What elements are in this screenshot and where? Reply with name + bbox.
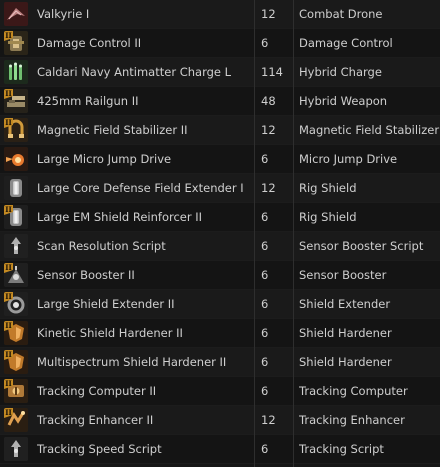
table-row[interactable]: II Large Shield Extender II 6 Shield Extend… — [0, 290, 440, 319]
item-icon-cell: II — [2, 87, 28, 115]
table-row[interactable]: II Kinetic Shield Hardener II 6 Shield Hard… — [0, 319, 440, 348]
tracking-enhancer-icon: II — [4, 408, 28, 432]
script-icon — [4, 437, 28, 461]
inventory-table: Valkyrie I 12 Combat Drone II Damage Control… — [0, 0, 440, 467]
item-icon-cell — [2, 0, 28, 28]
item-icon-cell — [2, 232, 28, 260]
item-group: Shield Extender — [299, 297, 391, 311]
item-group: Rig Shield — [299, 181, 357, 195]
item-quantity: 12 — [261, 123, 276, 137]
table-row[interactable]: Valkyrie I 12 Combat Drone — [0, 0, 440, 29]
item-name: Tracking Computer II — [37, 384, 157, 398]
item-quantity: 6 — [261, 268, 269, 282]
item-name: Magnetic Field Stabilizer II — [37, 123, 188, 137]
item-group: Tracking Enhancer — [299, 413, 405, 427]
column-divider — [254, 0, 255, 467]
item-group: Hybrid Weapon — [299, 94, 388, 108]
item-icon-cell: II — [2, 406, 28, 434]
table-row[interactable]: II Magnetic Field Stabilizer II 12 Magnetic… — [0, 116, 440, 145]
item-group: Tracking Computer — [299, 384, 408, 398]
item-icon-cell: II — [2, 261, 28, 289]
item-quantity: 48 — [261, 94, 276, 108]
item-quantity: 6 — [261, 36, 269, 50]
item-name: Kinetic Shield Hardener II — [37, 326, 183, 340]
item-icon-cell: II — [2, 377, 28, 405]
item-group: Magnetic Field Stabilizer — [299, 123, 440, 137]
item-name: Large Micro Jump Drive — [37, 152, 172, 166]
item-name: Valkyrie I — [37, 7, 90, 21]
item-quantity: 6 — [261, 210, 269, 224]
item-group: Sensor Booster Script — [299, 239, 424, 253]
item-quantity: 6 — [261, 442, 269, 456]
item-group: Tracking Script — [299, 442, 384, 456]
table-row[interactable]: Scan Resolution Script 6 Sensor Booster Sc… — [0, 232, 440, 261]
item-quantity: 114 — [261, 65, 283, 79]
item-quantity: 12 — [261, 181, 276, 195]
item-quantity: 6 — [261, 355, 269, 369]
sensor-booster-icon: II — [4, 263, 28, 287]
shield-rig-icon: II — [4, 205, 28, 229]
item-group: Micro Jump Drive — [299, 152, 398, 166]
item-group: Damage Control — [299, 36, 393, 50]
damage-control-icon: II — [4, 31, 28, 55]
shield-hardener-icon: II — [4, 350, 28, 374]
item-name: Tracking Speed Script — [37, 442, 162, 456]
shield-rig-icon — [4, 176, 28, 200]
item-name: Large EM Shield Reinforcer II — [37, 210, 203, 224]
item-icon-cell: II — [2, 29, 28, 57]
item-quantity: 6 — [261, 297, 269, 311]
tracking-computer-icon: II — [4, 379, 28, 403]
combat-drone-icon — [4, 2, 28, 26]
magnetic-field-stabilizer-icon: II — [4, 118, 28, 142]
item-icon-cell: II — [2, 290, 28, 318]
table-row[interactable]: II Tracking Computer II 6 Tracking Computer — [0, 377, 440, 406]
table-row[interactable]: Tracking Speed Script 6 Tracking Script — [0, 435, 440, 464]
item-group: Rig Shield — [299, 210, 357, 224]
item-group: Shield Hardener — [299, 326, 392, 340]
item-icon-cell: II — [2, 116, 28, 144]
table-row[interactable]: Large Core Defense Field Extender I 12 Rig… — [0, 174, 440, 203]
railgun-icon: II — [4, 89, 28, 113]
item-quantity: 12 — [261, 7, 276, 21]
hybrid-charge-icon — [4, 60, 28, 84]
item-quantity: 6 — [261, 384, 269, 398]
item-name: Sensor Booster II — [37, 268, 135, 282]
item-icon-cell: II — [2, 319, 28, 347]
item-quantity: 12 — [261, 413, 276, 427]
shield-extender-icon: II — [4, 292, 28, 316]
table-row[interactable]: Large Micro Jump Drive 6 Micro Jump Drive — [0, 145, 440, 174]
item-icon-cell — [2, 435, 28, 463]
item-quantity: 6 — [261, 152, 269, 166]
item-group: Hybrid Charge — [299, 65, 382, 79]
item-icon-cell — [2, 174, 28, 202]
item-name: Scan Resolution Script — [37, 239, 166, 253]
item-name: Large Shield Extender II — [37, 297, 175, 311]
item-group: Shield Hardener — [299, 355, 392, 369]
table-row[interactable]: II Sensor Booster II 6 Sensor Booster — [0, 261, 440, 290]
table-row[interactable]: II Large EM Shield Reinforcer II 6 Rig Shie… — [0, 203, 440, 232]
item-icon-cell — [2, 58, 28, 86]
item-name: 425mm Railgun II — [37, 94, 139, 108]
table-row[interactable]: II 425mm Railgun II 48 Hybrid Weapon — [0, 87, 440, 116]
table-row[interactable]: II Damage Control II 6 Damage Control — [0, 29, 440, 58]
item-icon-cell — [2, 145, 28, 173]
item-quantity: 6 — [261, 239, 269, 253]
micro-jump-drive-icon — [4, 147, 28, 171]
table-row[interactable]: Caldari Navy Antimatter Charge L 114 Hybri… — [0, 58, 440, 87]
item-group: Combat Drone — [299, 7, 383, 21]
item-name: Damage Control II — [37, 36, 142, 50]
item-group: Sensor Booster — [299, 268, 387, 282]
shield-hardener-icon: II — [4, 321, 28, 345]
script-icon — [4, 234, 28, 258]
table-row[interactable]: II Tracking Enhancer II 12 Tracking Enhance… — [0, 406, 440, 435]
item-icon-cell: II — [2, 348, 28, 376]
table-row[interactable]: II Multispectrum Shield Hardener II 6 Shiel… — [0, 348, 440, 377]
column-divider — [293, 0, 294, 467]
item-name: Multispectrum Shield Hardener II — [37, 355, 227, 369]
item-name: Large Core Defense Field Extender I — [37, 181, 244, 195]
item-icon-cell: II — [2, 203, 28, 231]
item-name: Tracking Enhancer II — [37, 413, 154, 427]
item-name: Caldari Navy Antimatter Charge L — [37, 65, 232, 79]
item-quantity: 6 — [261, 326, 269, 340]
